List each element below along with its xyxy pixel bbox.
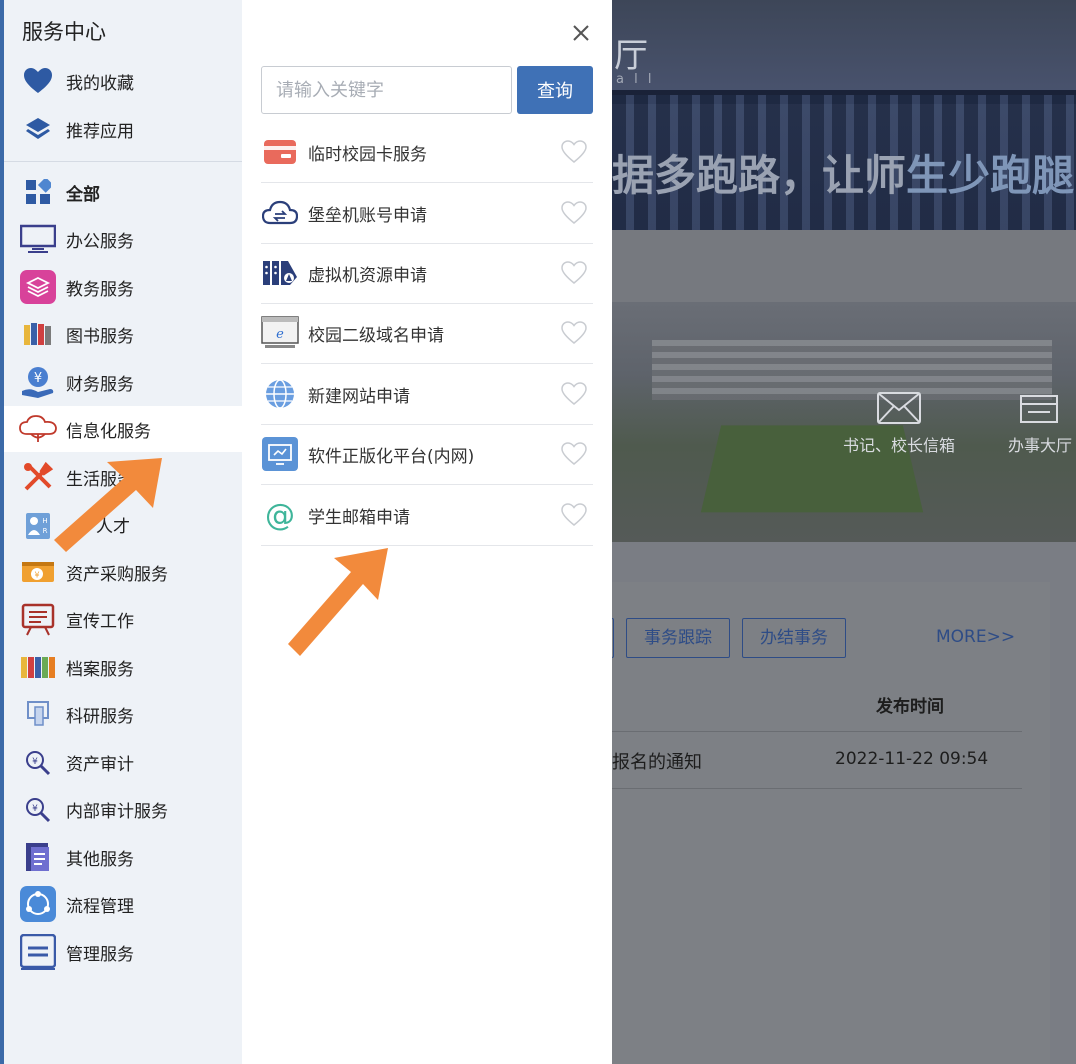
- tab-finished-affairs[interactable]: 办结事务: [742, 618, 846, 658]
- svg-text:¥: ¥: [34, 571, 39, 580]
- favorite-heart-icon[interactable]: [561, 503, 587, 527]
- sidebar-item-archives[interactable]: 档案服务: [4, 644, 242, 690]
- money-icon: ¥: [18, 554, 58, 590]
- research-icon: [18, 696, 58, 732]
- heart-icon: [18, 63, 58, 99]
- svg-text:¥: ¥: [32, 804, 38, 814]
- binders-icon: [18, 649, 58, 685]
- cloud-sync-icon: [261, 196, 299, 230]
- sidebar-item-process[interactable]: 流程管理: [4, 881, 242, 927]
- favorite-heart-icon[interactable]: [561, 382, 587, 406]
- svg-text:¥: ¥: [32, 757, 38, 767]
- sidebar-item-asset-purchase[interactable]: ¥ 资产采购服务: [4, 549, 242, 595]
- sidebar-item-internal-audit[interactable]: ¥ 内部审计服务: [4, 786, 242, 832]
- software-icon: [261, 437, 299, 471]
- sidebar-item-favorites[interactable]: 我的收藏: [4, 58, 242, 104]
- layers-icon: [18, 111, 58, 147]
- notice-title[interactable]: 报名的通知: [612, 748, 702, 774]
- service-item-student-email[interactable]: @ 学生邮箱申请: [261, 485, 593, 546]
- tab-affairs-tracking[interactable]: 事务跟踪: [626, 618, 730, 658]
- grid-icon: [18, 174, 58, 210]
- server-icon: [261, 256, 299, 290]
- svg-text:e: e: [276, 327, 284, 342]
- svg-text:@: @: [265, 499, 295, 531]
- process-icon: [18, 886, 58, 922]
- sidebar-item-it-services[interactable]: 信息化服务: [4, 406, 242, 452]
- sidebar-item-library[interactable]: 图书服务: [4, 311, 242, 357]
- service-item-genuine-software[interactable]: 软件正版化平台(内网): [261, 424, 593, 485]
- sidebar-title: 服务中心: [22, 20, 106, 44]
- service-item-temp-campus-card[interactable]: 临时校园卡服务: [261, 122, 593, 183]
- search-button[interactable]: 查询: [517, 66, 593, 114]
- annotation-arrow-service: [288, 548, 388, 656]
- column-header-publish-time: 发布时间: [876, 697, 944, 717]
- at-icon: @: [261, 498, 299, 532]
- close-icon[interactable]: [568, 20, 594, 46]
- globe-icon: [261, 377, 299, 411]
- sidebar-item-other[interactable]: 其他服务: [4, 834, 242, 880]
- quick-link-mailbox[interactable]: 书记、校长信箱: [840, 392, 958, 456]
- audit-search-icon: ¥: [18, 791, 58, 827]
- notice-date: 2022-11-22 09:54: [835, 749, 989, 769]
- document-icon: [18, 839, 58, 875]
- cloud-icon: [18, 411, 58, 447]
- hall-title: 厅: [614, 36, 650, 76]
- audit-icon: ¥: [18, 744, 58, 780]
- browser-icon: e: [261, 316, 299, 350]
- card-icon: [261, 135, 299, 169]
- sidebar-item-finance[interactable]: ¥ 财务服务: [4, 359, 242, 405]
- sidebar-item-all[interactable]: 全部: [4, 169, 242, 215]
- stack-icon: [18, 269, 58, 305]
- favorite-heart-icon[interactable]: [561, 442, 587, 466]
- sidebar-item-management[interactable]: 管理服务: [4, 929, 242, 975]
- manage-icon: [18, 934, 58, 970]
- svg-text:R: R: [43, 527, 48, 535]
- yuan-hand-icon: ¥: [18, 364, 58, 400]
- hall-subtitle: a l l: [616, 72, 655, 87]
- annotation-arrow-sidebar: [54, 458, 162, 552]
- hall-icon: [1020, 395, 1058, 423]
- sidebar-item-research[interactable]: 科研服务: [4, 691, 242, 737]
- sidebar-item-academic[interactable]: 教务服务: [4, 264, 242, 310]
- svg-text:¥: ¥: [34, 371, 42, 386]
- favorite-heart-icon[interactable]: [561, 261, 587, 285]
- sidebar-item-recommended[interactable]: 推荐应用: [4, 106, 242, 152]
- search-input[interactable]: [261, 66, 512, 114]
- service-list-panel: 查询 临时校园卡服务 堡垒机账号申请 虚拟机资源申请 e 校园二级域名申请 新建…: [242, 0, 612, 1064]
- favorite-heart-icon[interactable]: [561, 140, 587, 164]
- service-item-bastion-account[interactable]: 堡垒机账号申请: [261, 183, 593, 244]
- quick-link-hall[interactable]: 办事大厅: [1004, 392, 1076, 456]
- favorite-heart-icon[interactable]: [561, 201, 587, 225]
- monitor-icon: [18, 221, 58, 257]
- favorite-heart-icon[interactable]: [561, 321, 587, 345]
- sidebar-item-publicity[interactable]: 宣传工作: [4, 596, 242, 642]
- sidebar-item-office[interactable]: 办公服务: [4, 216, 242, 262]
- service-item-new-website[interactable]: 新建网站申请: [261, 364, 593, 425]
- sidebar-item-asset-audit[interactable]: ¥ 资产审计: [4, 739, 242, 785]
- envelope-icon: [877, 392, 921, 424]
- easel-icon: [18, 601, 58, 637]
- books-icon: [18, 316, 58, 352]
- svg-text:H: H: [42, 517, 47, 525]
- service-item-vm-resources[interactable]: 虚拟机资源申请: [261, 243, 593, 304]
- service-item-subdomain[interactable]: e 校园二级域名申请: [261, 303, 593, 364]
- more-link[interactable]: MORE>>: [936, 627, 1015, 647]
- banner-slogan: 据多跑路，让师生少跑腿: [612, 151, 1075, 200]
